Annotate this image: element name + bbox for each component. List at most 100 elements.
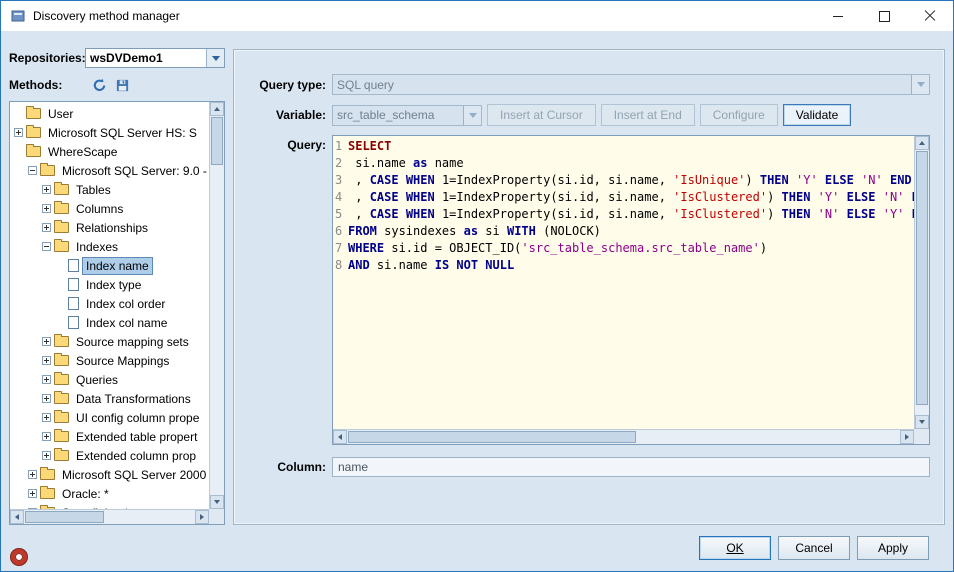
folder-icon bbox=[54, 241, 69, 252]
expand-icon[interactable] bbox=[42, 204, 51, 213]
tree-item-label: Oracle: * bbox=[59, 486, 112, 502]
expand-icon[interactable] bbox=[42, 356, 51, 365]
editor-vertical-scrollbar[interactable] bbox=[914, 136, 929, 429]
tree-item-microsoft-sql-server-9-0[interactable]: Microsoft SQL Server: 9.0 - bbox=[10, 161, 209, 180]
expand-icon[interactable] bbox=[42, 394, 51, 403]
column-field[interactable] bbox=[332, 457, 930, 477]
repositories-label: Repositories: bbox=[9, 51, 85, 65]
validate-button[interactable]: Validate bbox=[783, 104, 851, 126]
query-editor[interactable]: 1SELECT2 si.name as name3 , CASE WHEN 1=… bbox=[332, 135, 930, 445]
query-label: Query: bbox=[242, 138, 326, 152]
expand-icon[interactable] bbox=[28, 470, 37, 479]
maximize-icon bbox=[879, 11, 890, 22]
folder-icon bbox=[54, 184, 69, 195]
folder-icon bbox=[40, 469, 55, 480]
expand-icon[interactable] bbox=[42, 413, 51, 422]
editor-horizontal-scrollbar[interactable] bbox=[333, 429, 914, 444]
scroll-down-button[interactable] bbox=[210, 495, 224, 509]
tree-item-microsoft-sql-server-2000[interactable]: Microsoft SQL Server 2000 bbox=[10, 465, 209, 484]
apply-button[interactable]: Apply bbox=[857, 536, 929, 560]
tree-item-extended-table-propert[interactable]: Extended table propert bbox=[10, 427, 209, 446]
expand-icon[interactable] bbox=[28, 489, 37, 498]
scrollbar-track[interactable] bbox=[210, 116, 224, 495]
minimize-button[interactable] bbox=[815, 1, 861, 31]
close-icon bbox=[924, 10, 936, 22]
scrollbar-thumb[interactable] bbox=[348, 431, 636, 443]
expand-icon[interactable] bbox=[14, 128, 23, 137]
collapse-icon[interactable] bbox=[28, 166, 37, 175]
expand-icon[interactable] bbox=[42, 185, 51, 194]
scrollbar-track[interactable] bbox=[915, 150, 929, 415]
tree-horizontal-scrollbar[interactable] bbox=[10, 509, 209, 524]
tree-item-wherescape[interactable]: WhereScape bbox=[10, 142, 209, 161]
folder-icon bbox=[54, 355, 69, 366]
folder-icon bbox=[54, 412, 69, 423]
expand-icon[interactable] bbox=[42, 432, 51, 441]
chevron-down-icon bbox=[911, 75, 929, 94]
scrollbar-thumb[interactable] bbox=[916, 151, 928, 405]
scrollbar-track[interactable] bbox=[24, 510, 195, 524]
scrollbar-thumb[interactable] bbox=[211, 117, 223, 165]
code-line: 3 , CASE WHEN 1=IndexProperty(si.id, si.… bbox=[335, 172, 914, 189]
tree-item-index-col-order[interactable]: Index col order bbox=[10, 294, 209, 313]
ok-button[interactable]: OK bbox=[699, 536, 771, 560]
repository-select[interactable]: wsDVDemo1 bbox=[85, 48, 225, 68]
insert-at-cursor-button[interactable]: Insert at Cursor bbox=[487, 104, 596, 126]
folder-icon bbox=[26, 108, 41, 119]
scroll-left-button[interactable] bbox=[10, 510, 24, 524]
tree-item-data-transformations[interactable]: Data Transformations bbox=[10, 389, 209, 408]
expand-icon[interactable] bbox=[42, 451, 51, 460]
line-number: 6 bbox=[335, 223, 343, 240]
code-line: 5 , CASE WHEN 1=IndexProperty(si.id, si.… bbox=[335, 206, 914, 223]
tree-item-extended-column-prop[interactable]: Extended column prop bbox=[10, 446, 209, 465]
scroll-left-button[interactable] bbox=[333, 430, 347, 444]
scrollbar-thumb[interactable] bbox=[25, 511, 104, 523]
tree-item-queries[interactable]: Queries bbox=[10, 370, 209, 389]
collapse-icon[interactable] bbox=[42, 242, 51, 251]
tree-item-columns[interactable]: Columns bbox=[10, 199, 209, 218]
tree-item-label: Indexes bbox=[73, 239, 121, 255]
folder-icon bbox=[54, 203, 69, 214]
document-icon bbox=[68, 278, 79, 291]
tree-item-tables[interactable]: Tables bbox=[10, 180, 209, 199]
configure-button[interactable]: Configure bbox=[700, 104, 778, 126]
expand-icon[interactable] bbox=[42, 223, 51, 232]
title-bar[interactable]: Discovery method manager bbox=[1, 1, 953, 31]
tree-item-source-mapping-sets[interactable]: Source mapping sets bbox=[10, 332, 209, 351]
close-button[interactable] bbox=[907, 1, 953, 31]
variable-buttons: Insert at CursorInsert at EndConfigureVa… bbox=[482, 104, 851, 126]
tree-item-index-name[interactable]: Index name bbox=[10, 256, 209, 275]
scroll-down-button[interactable] bbox=[915, 415, 929, 429]
expand-icon[interactable] bbox=[42, 337, 51, 346]
tree-item-microsoft-sql-server-hs-s[interactable]: Microsoft SQL Server HS: S bbox=[10, 123, 209, 142]
scrollbar-track[interactable] bbox=[347, 430, 900, 444]
tree-item-label: Microsoft SQL Server HS: S bbox=[45, 125, 200, 141]
tree-item-relationships[interactable]: Relationships bbox=[10, 218, 209, 237]
tree-item-user[interactable]: User bbox=[10, 104, 209, 123]
scroll-up-button[interactable] bbox=[210, 102, 224, 116]
tree-item-oracle[interactable]: Oracle: * bbox=[10, 484, 209, 503]
save-methods-button[interactable] bbox=[114, 77, 131, 94]
refresh-methods-button[interactable] bbox=[91, 77, 108, 94]
tree-item-ui-config-column-prope[interactable]: UI config column prope bbox=[10, 408, 209, 427]
tree-item-label: Source mapping sets bbox=[73, 334, 192, 350]
scroll-right-button[interactable] bbox=[900, 430, 914, 444]
tree-item-source-mappings[interactable]: Source Mappings bbox=[10, 351, 209, 370]
expand-icon[interactable] bbox=[42, 375, 51, 384]
insert-at-end-button[interactable]: Insert at End bbox=[601, 104, 695, 126]
chevron-down-icon[interactable] bbox=[206, 49, 224, 67]
scroll-up-button[interactable] bbox=[915, 136, 929, 150]
line-number: 8 bbox=[335, 257, 343, 274]
repository-value: wsDVDemo1 bbox=[86, 49, 206, 67]
tree-item-index-type[interactable]: Index type bbox=[10, 275, 209, 294]
query-editor-code[interactable]: 1SELECT2 si.name as name3 , CASE WHEN 1=… bbox=[333, 136, 914, 429]
cancel-button[interactable]: Cancel bbox=[778, 536, 850, 560]
maximize-button[interactable] bbox=[861, 1, 907, 31]
tree-item-index-col-name[interactable]: Index col name bbox=[10, 313, 209, 332]
folder-icon bbox=[54, 431, 69, 442]
scroll-right-button[interactable] bbox=[195, 510, 209, 524]
tree-vertical-scrollbar[interactable] bbox=[209, 102, 224, 509]
tree-item-indexes[interactable]: Indexes bbox=[10, 237, 209, 256]
query-type-select: SQL query bbox=[332, 74, 930, 95]
document-icon bbox=[68, 297, 79, 310]
